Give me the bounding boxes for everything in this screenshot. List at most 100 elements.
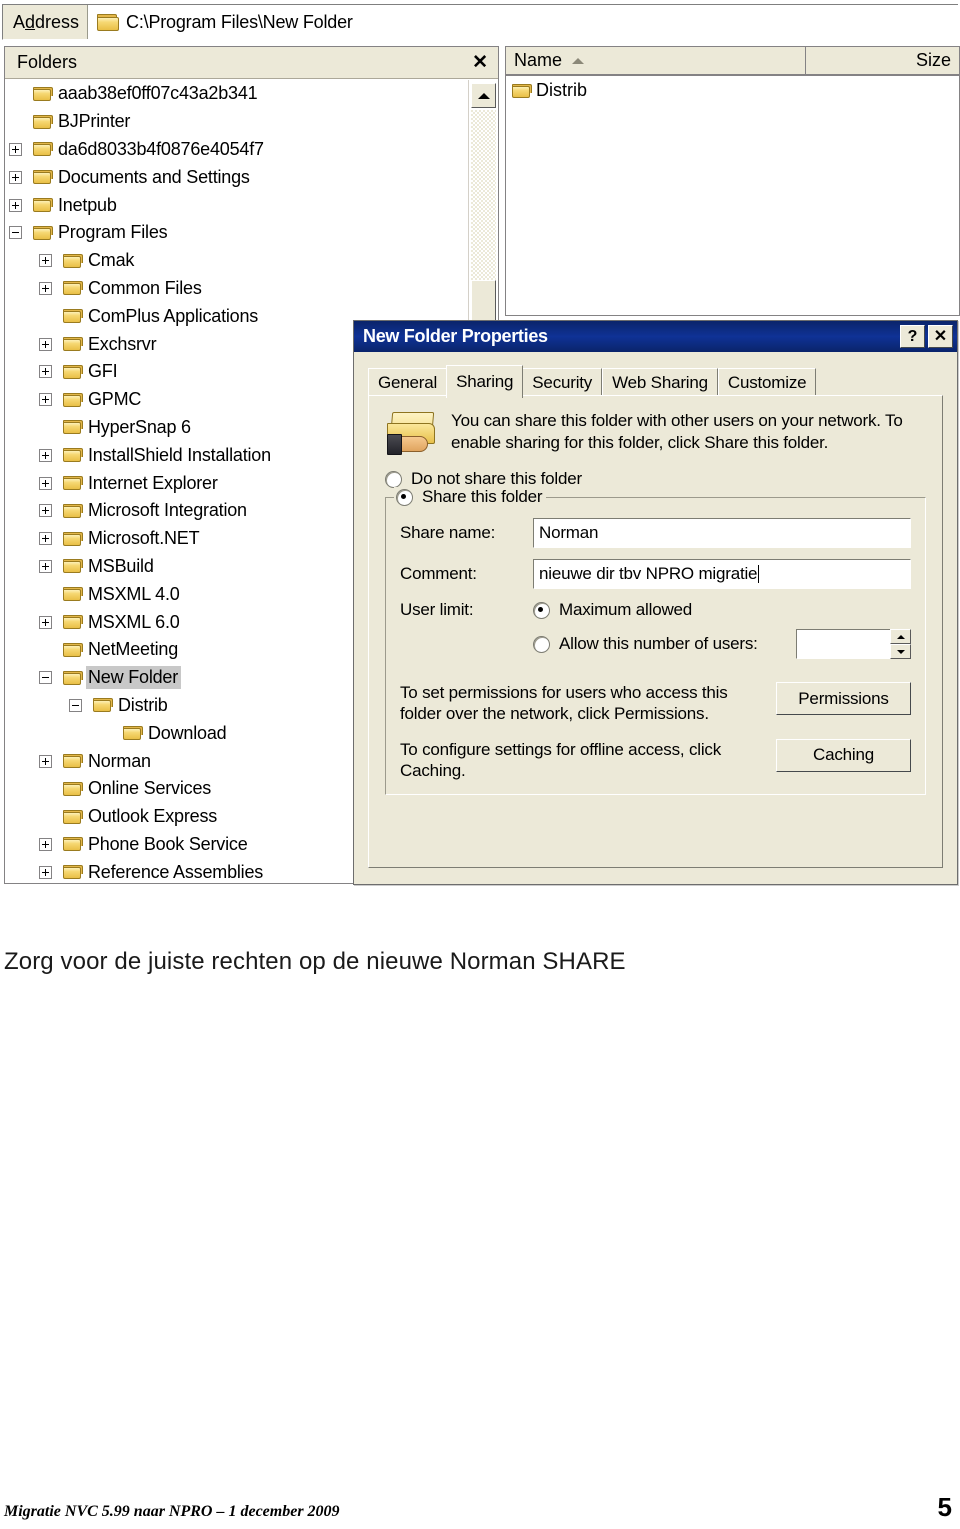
- expand-icon[interactable]: [39, 532, 52, 546]
- column-header-name[interactable]: Name: [506, 47, 806, 75]
- tree-item-label: Program Files: [58, 222, 168, 243]
- radio-icon-maximum-allowed[interactable]: [533, 601, 550, 619]
- stepper-down-icon[interactable]: [890, 644, 911, 659]
- scroll-up-arrow-icon[interactable]: [471, 83, 496, 108]
- collapse-icon[interactable]: [9, 226, 22, 240]
- expand-icon[interactable]: [39, 754, 52, 768]
- expand-icon[interactable]: [39, 615, 52, 629]
- tree-item-aaab38ef0ff07c43a2b341[interactable]: aaab38ef0ff07c43a2b341: [5, 80, 498, 108]
- expand-icon[interactable]: [39, 448, 52, 462]
- expand-icon[interactable]: [39, 281, 52, 295]
- radio-icon-allow-number-of-users[interactable]: [533, 635, 550, 653]
- tree-item-label: Reference Assemblies: [88, 861, 264, 882]
- tree-item-label: Outlook Express: [88, 806, 218, 827]
- radio-share-this-folder[interactable]: Share this folder: [394, 487, 547, 507]
- folder-icon: [63, 253, 83, 268]
- user-limit-label: User limit:: [400, 600, 474, 619]
- radio-label-allow-number-of-users: Allow this number of users:: [559, 634, 758, 653]
- column-header-size[interactable]: Size: [806, 47, 959, 75]
- scrollbar-track[interactable]: [471, 110, 496, 280]
- page-caption: Zorg voor de juiste rechten op de nieuwe…: [4, 948, 626, 975]
- tab-general[interactable]: General: [368, 368, 448, 396]
- tab-sharing[interactable]: Sharing: [446, 365, 524, 398]
- folders-pane-header: Folders ✕: [5, 47, 498, 79]
- folder-icon: [63, 448, 83, 463]
- tree-item-inetpub[interactable]: Inetpub: [5, 191, 498, 219]
- expand-icon[interactable]: [39, 837, 52, 851]
- user-limit-stepper[interactable]: [796, 629, 911, 659]
- caching-button[interactable]: Caching: [776, 738, 911, 772]
- folder-icon: [63, 364, 83, 379]
- collapse-icon[interactable]: [69, 698, 82, 712]
- share-name-label: Share name:: [400, 523, 496, 542]
- dialog-title: New Folder Properties: [363, 326, 548, 346]
- comment-row: Comment: nieuwe dir tbv NPRO migratie: [400, 559, 911, 589]
- tree-item-documents-and-settings[interactable]: Documents and Settings: [5, 163, 498, 191]
- expand-icon[interactable]: [39, 393, 52, 407]
- tree-item-cmak[interactable]: Cmak: [5, 247, 498, 275]
- expand-icon[interactable]: [39, 337, 52, 351]
- footer-page-number: 5: [937, 1492, 952, 1522]
- radio-allow-number-of-users[interactable]: Allow this number of users:: [533, 629, 911, 659]
- document-page: Address C:\Program Files\New Folder Fold…: [0, 0, 960, 1529]
- folder-icon: [63, 615, 83, 630]
- close-icon[interactable]: ✕: [928, 325, 953, 348]
- tree-item-label: Documents and Settings: [58, 166, 250, 187]
- tab-customize[interactable]: Customize: [717, 368, 817, 396]
- stepper-up-icon[interactable]: [890, 629, 911, 644]
- address-input[interactable]: C:\Program Files\New Folder: [88, 5, 958, 39]
- tab-security[interactable]: Security: [522, 368, 603, 396]
- tree-item-label: aaab38ef0ff07c43a2b341: [58, 83, 258, 104]
- expand-icon[interactable]: [39, 365, 52, 379]
- tab-web-sharing[interactable]: Web Sharing: [602, 368, 718, 396]
- radio-icon-do-not-share[interactable]: [385, 470, 402, 488]
- address-bar[interactable]: Address C:\Program Files\New Folder: [2, 4, 958, 40]
- radio-maximum-allowed[interactable]: Maximum allowed: [533, 600, 911, 620]
- column-header-name-label: Name: [514, 50, 563, 70]
- expand-icon[interactable]: [39, 559, 52, 573]
- folder-icon: [63, 809, 83, 824]
- folder-icon: [123, 726, 143, 741]
- file-list-header: Name Size: [506, 47, 959, 76]
- tree-item-da6d8033b4f0876e4054f7[interactable]: da6d8033b4f0876e4054f7: [5, 136, 498, 164]
- expand-icon[interactable]: [39, 476, 52, 490]
- close-icon[interactable]: ✕: [472, 53, 488, 72]
- dialog-title-bar[interactable]: New Folder Properties ? ✕: [354, 321, 957, 352]
- list-item[interactable]: Distrib: [506, 76, 959, 101]
- sharing-tab-panel: You can share this folder with other use…: [368, 395, 943, 868]
- tree-item-program-files[interactable]: Program Files: [5, 219, 498, 247]
- collapse-icon[interactable]: [39, 671, 52, 685]
- tab-label: Sharing: [456, 372, 514, 391]
- expand-icon[interactable]: [9, 142, 22, 156]
- tree-item-label: BJPrinter: [58, 111, 131, 132]
- expand-icon[interactable]: [39, 504, 52, 518]
- tree-item-label: New Folder: [86, 666, 182, 690]
- radio-icon-share-this-folder[interactable]: [396, 488, 413, 506]
- permissions-button[interactable]: Permissions: [776, 682, 911, 715]
- comment-input[interactable]: nieuwe dir tbv NPRO migratie: [533, 559, 911, 589]
- tree-item-label: Online Services: [88, 778, 212, 799]
- dialog-tabs[interactable]: General Sharing Security Web Sharing Customi…: [354, 352, 957, 398]
- expand-icon[interactable]: [39, 254, 52, 268]
- tree-item-label: Cmak: [88, 250, 135, 271]
- comment-label: Comment:: [400, 564, 477, 583]
- sharing-intro: You can share this folder with other use…: [385, 410, 926, 456]
- folder-icon: [63, 392, 83, 407]
- tree-item-label: Inetpub: [58, 194, 117, 215]
- permissions-button-label: Permissions: [798, 688, 889, 708]
- tab-label: Security: [532, 372, 593, 392]
- address-label: Address: [3, 5, 89, 39]
- tree-item-common-files[interactable]: Common Files: [5, 275, 498, 303]
- folder-icon: [33, 170, 53, 185]
- expand-icon[interactable]: [9, 170, 22, 184]
- tree-item-bjprinter[interactable]: BJPrinter: [5, 108, 498, 136]
- radio-do-not-share[interactable]: Do not share this folder: [385, 469, 926, 489]
- share-name-input[interactable]: Norman: [533, 518, 911, 548]
- user-limit-input[interactable]: [796, 629, 890, 659]
- folder-icon: [63, 337, 83, 352]
- expand-icon[interactable]: [9, 198, 22, 212]
- help-icon[interactable]: ?: [900, 325, 925, 348]
- tree-item-label: MSXML 4.0: [88, 583, 180, 604]
- expand-icon[interactable]: [39, 865, 52, 879]
- folder-icon: [93, 698, 113, 713]
